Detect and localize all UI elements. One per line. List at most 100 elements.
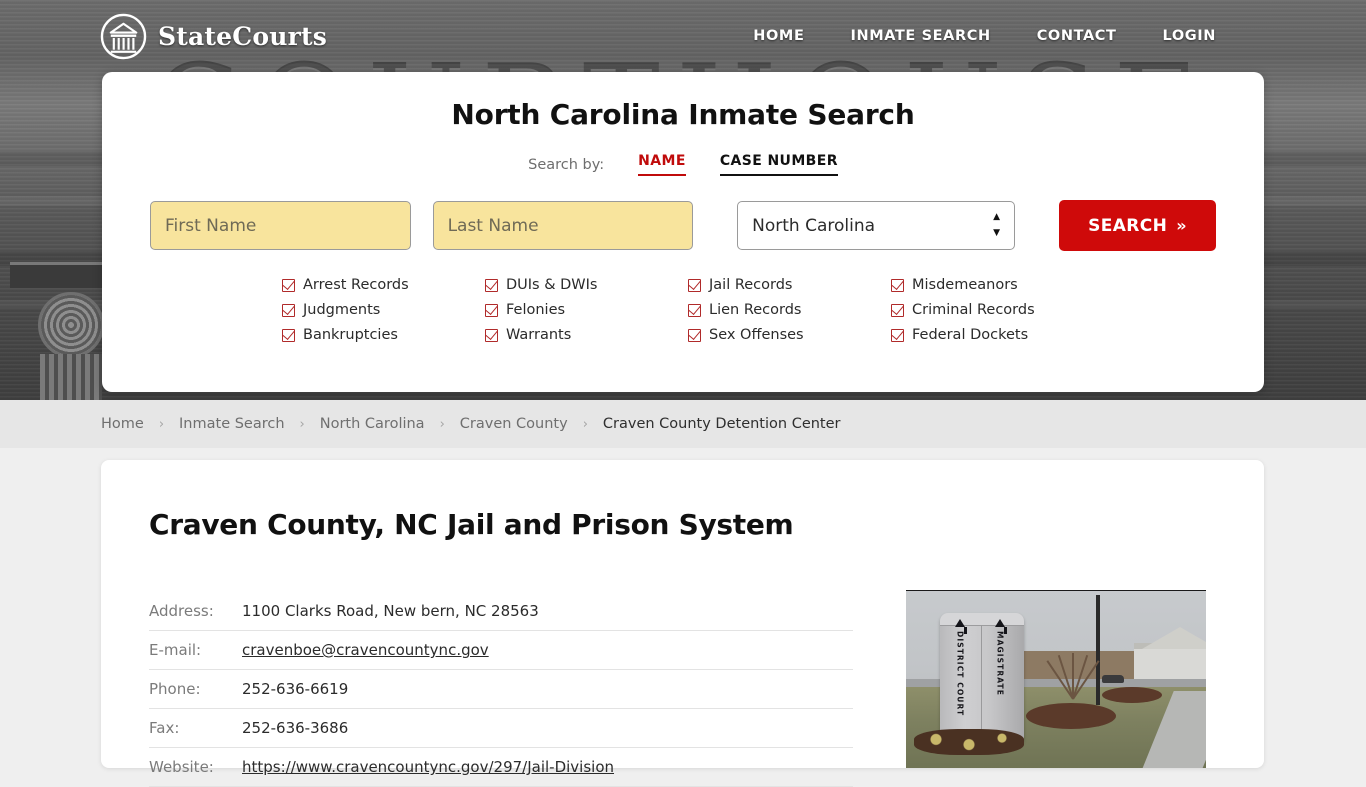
record-type-item[interactable]: Sex Offenses [688, 327, 891, 343]
record-type-item[interactable]: Jail Records [688, 277, 891, 293]
photo-mulch-bed [1102, 687, 1162, 703]
photo-directional-sign: DISTRICT COURT MAGISTRATE [940, 613, 1024, 741]
state-select-wrapper[interactable]: North Carolina ▲ ▼ [737, 201, 1016, 250]
search-card-title: North Carolina Inmate Search [451, 98, 915, 131]
checked-checkbox-icon [688, 303, 701, 317]
record-type-label: DUIs & DWIs [506, 277, 598, 293]
checked-checkbox-icon [485, 303, 498, 317]
facility-photo: DISTRICT COURT MAGISTRATE [906, 590, 1206, 768]
last-name-input[interactable] [432, 201, 694, 250]
record-type-label: Arrest Records [303, 277, 409, 293]
up-arrow-icon [995, 619, 1007, 634]
checked-checkbox-icon [891, 328, 904, 342]
page-title: Craven County, NC Jail and Prison System [149, 508, 794, 541]
checked-checkbox-icon [688, 278, 701, 292]
checked-checkbox-icon [282, 278, 295, 292]
table-row: Phone: 252-636-6619 [149, 669, 853, 709]
row-key: Website: [149, 747, 242, 787]
top-navigation-bar: StateCourts HOME INMATE SEARCH CONTACT L… [0, 0, 1366, 72]
record-type-label: Federal Dockets [912, 327, 1029, 343]
record-type-item[interactable]: Misdemeanors [891, 277, 1094, 293]
nav-item-login[interactable]: LOGIN [1163, 28, 1216, 44]
record-type-item[interactable]: Felonies [485, 302, 688, 318]
row-key: Phone: [149, 669, 242, 709]
checked-checkbox-icon [485, 328, 498, 342]
search-fields-row: North Carolina ▲▼ SEARCH » [102, 200, 1264, 251]
chevron-right-icon: › [158, 416, 165, 432]
record-type-item[interactable]: Arrest Records [282, 277, 485, 293]
checked-checkbox-icon [891, 303, 904, 317]
checked-checkbox-icon [688, 328, 701, 342]
breadcrumb-item-inmate-search[interactable]: Inmate Search [179, 416, 285, 432]
tab-case-number[interactable]: CASE NUMBER [719, 153, 838, 176]
nav-item-contact[interactable]: CONTACT [1037, 28, 1117, 44]
photo-flower-bed [914, 729, 1024, 755]
record-type-label: Bankruptcies [303, 327, 398, 343]
state-select-value: North Carolina [752, 215, 876, 236]
row-value: 1100 Clarks Road, New bern, NC 28563 [242, 592, 853, 631]
checked-checkbox-icon [282, 328, 295, 342]
row-value: 252-636-3686 [242, 708, 853, 748]
breadcrumb-item-craven-county[interactable]: Craven County [460, 416, 568, 432]
brand-name: StateCourts [158, 21, 327, 51]
facility-info-table: Address: 1100 Clarks Road, New bern, NC … [149, 592, 853, 787]
table-row: Website: https://www.cravencountync.gov/… [149, 747, 853, 787]
website-link[interactable]: https://www.cravencountync.gov/297/Jail-… [242, 758, 614, 776]
chevron-right-icon: › [299, 416, 305, 432]
inmate-search-card: North Carolina Inmate Search Search by: … [102, 72, 1264, 392]
record-type-label: Jail Records [709, 277, 793, 293]
record-type-list: Arrest Records DUIs & DWIs Jail Records … [102, 277, 1264, 343]
record-type-item[interactable]: DUIs & DWIs [485, 277, 688, 293]
record-type-item[interactable]: Warrants [485, 327, 688, 343]
record-type-item[interactable]: Lien Records [688, 302, 891, 318]
row-value: https://www.cravencountync.gov/297/Jail-… [242, 747, 853, 787]
row-key: E-mail: [149, 630, 242, 670]
courthouse-circle-icon [100, 13, 147, 59]
sign-label-magistrate: MAGISTRATE [995, 631, 1005, 696]
row-value: 252-636-6619 [242, 669, 853, 709]
record-type-item[interactable]: Federal Dockets [891, 327, 1094, 343]
nav-item-inmate-search[interactable]: INMATE SEARCH [850, 28, 990, 44]
search-button-label: SEARCH [1088, 215, 1168, 236]
checked-checkbox-icon [282, 303, 295, 317]
table-row: Fax: 252-636-3686 [149, 708, 853, 748]
hero-section: COURTHOUSE StateCourts HOME INMA [0, 0, 1366, 400]
table-row: Address: 1100 Clarks Road, New bern, NC … [149, 592, 853, 631]
row-key: Address: [149, 592, 242, 631]
breadcrumb-item-home[interactable]: Home [101, 416, 144, 432]
first-name-input[interactable] [150, 201, 411, 250]
email-link[interactable]: cravenboe@cravencountync.gov [242, 641, 489, 659]
sign-label-district-court: DISTRICT COURT [955, 631, 965, 717]
search-button[interactable]: SEARCH » [1059, 200, 1216, 251]
record-type-label: Misdemeanors [912, 277, 1018, 293]
row-value: cravenboe@cravencountync.gov [242, 630, 853, 670]
record-type-label: Warrants [506, 327, 572, 343]
record-type-label: Judgments [303, 302, 381, 318]
record-type-item[interactable]: Criminal Records [891, 302, 1094, 318]
search-by-row: Search by: NAME CASE NUMBER [102, 153, 1264, 176]
record-type-label: Felonies [506, 302, 566, 318]
nav-item-home[interactable]: HOME [753, 28, 804, 44]
checked-checkbox-icon [891, 278, 904, 292]
record-type-label: Sex Offenses [709, 327, 804, 343]
breadcrumb-item-north-carolina[interactable]: North Carolina [320, 416, 425, 432]
record-type-item[interactable]: Bankruptcies [282, 327, 485, 343]
photo-mulch-bed [1026, 703, 1116, 729]
checked-checkbox-icon [485, 278, 498, 292]
record-type-label: Criminal Records [912, 302, 1035, 318]
chevron-right-icon: › [439, 416, 445, 432]
breadcrumb-item-current: Craven County Detention Center [602, 416, 841, 432]
brand-logo[interactable]: StateCourts [100, 13, 327, 60]
breadcrumb: Home › Inmate Search › North Carolina › … [0, 400, 1366, 448]
record-type-label: Lien Records [709, 302, 802, 318]
chevron-right-icon: › [582, 416, 588, 432]
main-nav: HOME INMATE SEARCH CONTACT LOGIN [753, 28, 1216, 44]
row-key: Fax: [149, 708, 242, 748]
tab-name[interactable]: NAME [638, 153, 686, 176]
search-by-label: Search by: [528, 156, 605, 173]
up-arrow-icon [955, 619, 967, 634]
record-type-item[interactable]: Judgments [282, 302, 485, 318]
photo-bare-tree [1038, 619, 1110, 700]
table-row: E-mail: cravenboe@cravencountync.gov [149, 630, 853, 670]
select-stepper-icon: ▲ ▼ [993, 212, 1001, 238]
